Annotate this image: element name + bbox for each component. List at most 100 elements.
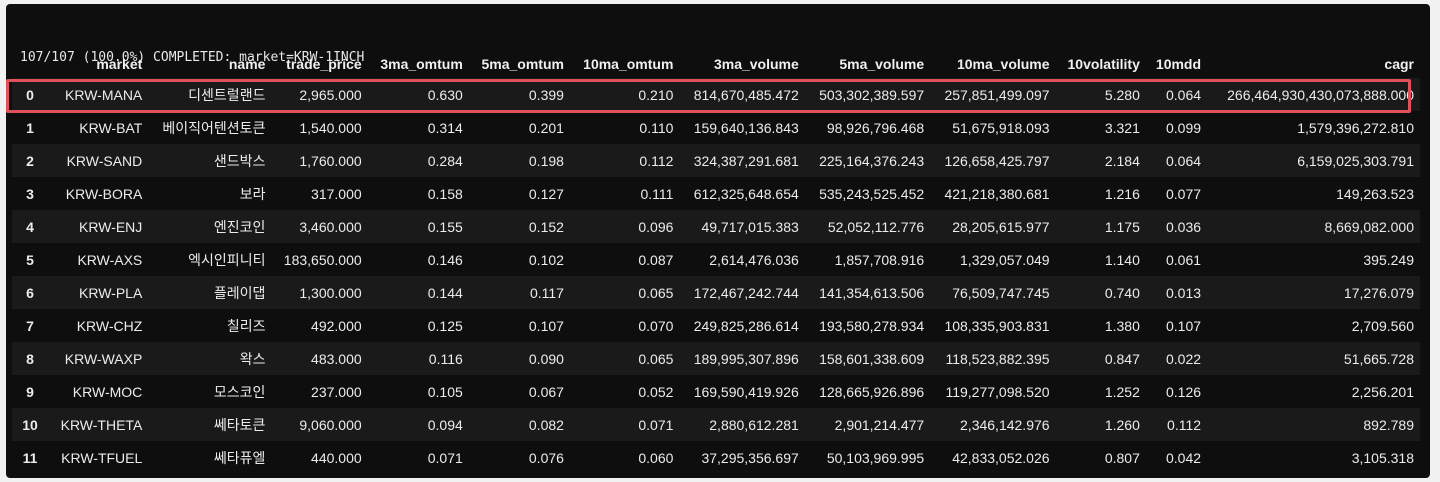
dataframe-table: market name trade_price 3ma_omtum 5ma_omtum 1… <box>12 50 1420 474</box>
row-index: 1 <box>26 119 34 136</box>
header-cagr: cagr <box>1384 56 1414 72</box>
cell-name: 보라 <box>239 185 266 202</box>
cell-market: KRW-PLA <box>79 284 143 301</box>
cell-cagr: 2,256.201 <box>1351 383 1414 400</box>
cell-10mdd: 0.064 <box>1165 152 1202 169</box>
row-index: 8 <box>26 350 34 367</box>
cell-cagr: 395.249 <box>1363 251 1414 268</box>
header-trade-price: trade_price <box>286 56 362 72</box>
cell-5ma-omtum: 0.127 <box>528 185 564 202</box>
cell-5ma-omtum: 0.152 <box>528 218 564 235</box>
row-index: 11 <box>22 449 38 466</box>
cell-10volatility: 1.175 <box>1104 218 1140 235</box>
cell-10ma-omtum: 0.065 <box>638 350 674 367</box>
cell-5ma-volume: 158,601,338.609 <box>819 350 925 367</box>
cell-10ma-omtum: 0.052 <box>638 383 674 400</box>
cell-5ma-omtum: 0.201 <box>528 119 564 136</box>
cell-3ma-omtum: 0.144 <box>427 284 463 301</box>
cell-3ma-omtum: 0.116 <box>428 350 463 367</box>
cell-5ma-volume: 1,857,708.916 <box>834 251 925 268</box>
cell-name: 엑시인피니티 <box>188 251 266 268</box>
cell-3ma-omtum: 0.314 <box>427 119 463 136</box>
table-row: 9 KRW-MOC 모스코인 237.000 0.105 0.067 0.052 169,59… <box>12 375 1420 408</box>
cell-market: KRW-AXS <box>77 251 143 268</box>
cell-10volatility: 1.216 <box>1104 185 1140 202</box>
cell-5ma-omtum: 0.090 <box>528 350 564 367</box>
cell-5ma-omtum: 0.117 <box>529 284 564 301</box>
table-row: 1 KRW-BAT 베이직어텐션토큰 1,540.000 0.314 0.201 0.110… <box>12 111 1420 144</box>
cell-3ma-volume: 172,467,242.744 <box>693 284 799 301</box>
cell-10ma-volume: 119,277,098.520 <box>945 383 1050 400</box>
row-index: 3 <box>26 185 34 202</box>
cell-trade-price: 1,540.000 <box>299 119 362 136</box>
cell-cagr: 51,665.728 <box>1343 350 1414 367</box>
cell-10ma-volume: 51,675,918.093 <box>952 119 1050 136</box>
cell-10ma-volume: 118,523,882.395 <box>945 350 1050 367</box>
cell-10ma-volume: 257,851,499.097 <box>944 86 1050 103</box>
cell-market: KRW-CHZ <box>76 317 143 334</box>
cell-5ma-omtum: 0.102 <box>528 251 564 268</box>
cell-10ma-omtum: 0.111 <box>640 185 674 202</box>
cell-10ma-omtum: 0.087 <box>638 251 674 268</box>
header-name: name <box>228 56 266 72</box>
cell-10mdd: 0.042 <box>1165 449 1202 466</box>
cell-3ma-volume: 169,590,419.926 <box>693 383 799 400</box>
cell-3ma-volume: 2,614,476.036 <box>709 251 799 268</box>
header-10mdd: 10mdd <box>1155 56 1202 72</box>
cell-3ma-omtum: 0.146 <box>427 251 463 268</box>
header-index <box>12 50 48 78</box>
table-row: 7 KRW-CHZ 칠리즈 492.000 0.125 0.107 0.070 249,825… <box>12 309 1420 342</box>
cell-5ma-volume: 52,052,112.776 <box>827 218 925 235</box>
cell-10mdd: 0.099 <box>1165 119 1202 136</box>
cell-name: 쎄타퓨엘 <box>213 449 266 466</box>
cell-market: KRW-MANA <box>65 86 143 103</box>
cell-10mdd: 0.036 <box>1165 218 1202 235</box>
cell-3ma-volume: 37,295,356.697 <box>701 449 799 466</box>
cell-5ma-volume: 193,580,278.934 <box>819 317 925 334</box>
cell-cagr: 2,709.560 <box>1351 317 1414 334</box>
cell-market: KRW-ENJ <box>79 218 143 235</box>
cell-trade-price: 1,760.000 <box>299 152 362 169</box>
cell-cagr: 8,669,082.000 <box>1324 218 1414 235</box>
cell-market: KRW-SAND <box>66 152 143 169</box>
cell-3ma-omtum: 0.125 <box>427 317 463 334</box>
cell-10ma-volume: 108,335,903.831 <box>944 317 1050 334</box>
cell-5ma-omtum: 0.107 <box>528 317 564 334</box>
cell-10volatility: 0.807 <box>1104 449 1140 466</box>
cell-5ma-volume: 503,302,389.597 <box>819 86 925 103</box>
cell-trade-price: 2,965.000 <box>299 86 362 103</box>
cell-5ma-omtum: 0.399 <box>528 86 564 103</box>
table-row: 11 KRW-TFUEL 쎄타퓨엘 440.000 0.071 0.076 0.060 37,… <box>12 441 1420 474</box>
table-row: 0 KRW-MANA 디센트럴랜드 2,965.000 0.630 0.399 0.210 8… <box>12 78 1420 111</box>
cell-5ma-volume: 535,243,525.452 <box>819 185 925 202</box>
header-10ma-omtum: 10ma_omtum <box>583 56 674 72</box>
header-3ma-omtum: 3ma_omtum <box>380 56 463 72</box>
cell-trade-price: 237.000 <box>311 383 362 400</box>
row-index: 10 <box>22 416 38 433</box>
cell-market: KRW-BORA <box>65 185 143 202</box>
table-row: 5 KRW-AXS 엑시인피니티 183,650.000 0.146 0.102 0.087… <box>12 243 1420 276</box>
cell-10volatility: 1.380 <box>1104 317 1140 334</box>
cell-3ma-volume: 612,325,648.654 <box>693 185 799 202</box>
cell-market: KRW-THETA <box>60 416 143 433</box>
cell-trade-price: 3,460.000 <box>299 218 362 235</box>
cell-10mdd: 0.061 <box>1165 251 1202 268</box>
cell-market: KRW-MOC <box>72 383 143 400</box>
cell-3ma-volume: 324,387,291.681 <box>693 152 799 169</box>
header-5ma-omtum: 5ma_omtum <box>481 56 564 72</box>
cell-3ma-omtum: 0.284 <box>427 152 463 169</box>
cell-5ma-omtum: 0.067 <box>528 383 564 400</box>
cell-10mdd: 0.112 <box>1167 416 1202 433</box>
cell-3ma-omtum: 0.630 <box>427 86 463 103</box>
cell-10volatility: 0.847 <box>1104 350 1140 367</box>
cell-trade-price: 9,060.000 <box>299 416 362 433</box>
cell-5ma-omtum: 0.082 <box>528 416 564 433</box>
cell-10mdd: 0.064 <box>1165 86 1202 103</box>
cell-10volatility: 0.740 <box>1104 284 1140 301</box>
table-row: 8 KRW-WAXP 왁스 483.000 0.116 0.090 0.065 189,995… <box>12 342 1420 375</box>
header-10volatility: 10volatility <box>1067 56 1140 72</box>
cell-3ma-omtum: 0.105 <box>427 383 463 400</box>
cell-10ma-omtum: 0.071 <box>638 416 674 433</box>
cell-10ma-omtum: 0.070 <box>638 317 674 334</box>
cell-name: 베이직어텐션토큰 <box>162 119 266 136</box>
